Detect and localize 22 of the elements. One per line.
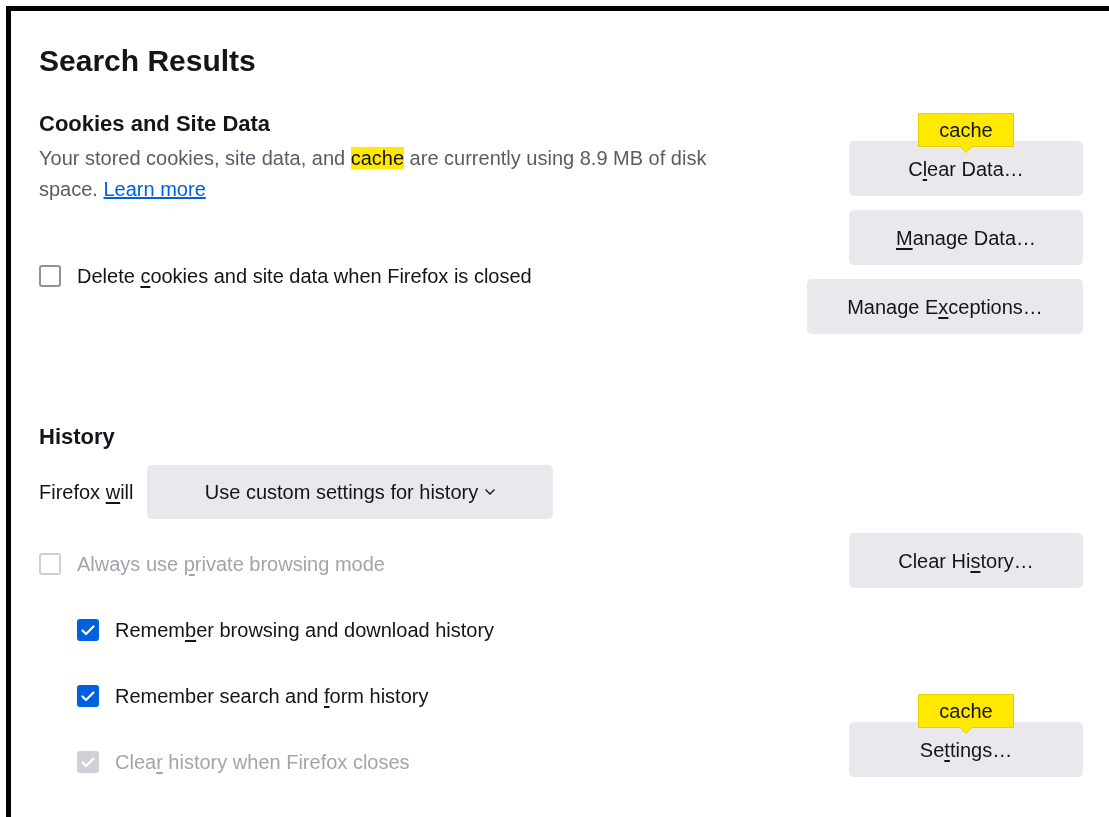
button[interactable]: Manage Data…: [849, 210, 1083, 265]
section-heading: History: [39, 423, 115, 451]
checkbox-label: Remember browsing and download history: [115, 618, 495, 643]
history-dropdown[interactable]: Use custom settings for history: [147, 465, 554, 519]
section-heading: Cookies and Site Data: [39, 110, 271, 138]
checkmark-icon: [81, 624, 95, 636]
description-text: Your stored cookies, site data, and cache are currently using 8.9 MB of disk space. Learn more: [39, 146, 708, 202]
checkbox-label: Delete cookies and site data when Firefox is closed: [77, 264, 532, 289]
checkmark-icon: [81, 690, 95, 702]
button[interactable]: Clear Data…: [849, 141, 1083, 196]
checkbox-label: Remember search and form history: [115, 684, 429, 709]
learn-more-link[interactable]: Learn more: [103, 178, 206, 200]
chevron-down-icon: [484, 488, 497, 496]
page-title: Search Results: [39, 43, 256, 79]
checkmark-icon: [81, 756, 95, 768]
checkbox-label: Always use private browsing mode: [77, 552, 385, 577]
checkbox-label: Clear history when Firefox closes: [115, 750, 410, 775]
checkbox[interactable]: [39, 265, 61, 287]
dropdown-label: Firefox will: [39, 480, 134, 505]
button[interactable]: Clear History…: [849, 533, 1083, 588]
button[interactable]: Manage Exceptions…: [807, 279, 1083, 334]
button[interactable]: Settings…: [849, 722, 1083, 777]
